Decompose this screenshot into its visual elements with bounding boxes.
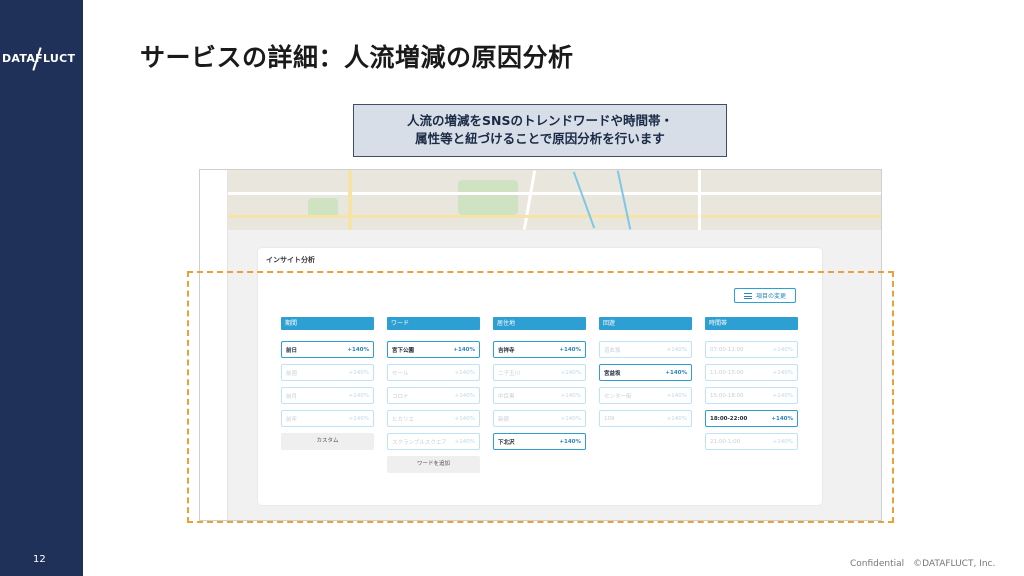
map-road [228,215,881,218]
slide: DATAFLUCT 12 サービスの詳細：人流増減の原因分析 人流の増減をSNS… [0,0,1024,576]
dataflucts-logo: DATAFLUCT [2,47,82,74]
map-road [348,170,352,230]
map-road [228,192,881,195]
map-road [698,170,701,230]
callout-line-2: 属性等と紐づけることで原因分析を行います [415,131,665,146]
footer-copyright: Confidential ©DATAFLUCT, Inc. [850,559,996,569]
page-title: サービスの詳細：人流増減の原因分析 [140,43,574,72]
map-view[interactable] [228,170,881,230]
highlight-dashed-frame [187,271,894,523]
map-railway [572,171,596,229]
callout-line-1: 人流の増減をSNSのトレンドワードや時間帯・ [407,113,673,128]
page-number: 12 [33,554,46,565]
map-railway [616,170,632,230]
brand-sidebar: DATAFLUCT 12 [0,0,83,576]
map-road [522,170,537,230]
panel-title: インサイト分析 [266,256,315,264]
map-park [458,180,518,215]
callout-box: 人流の増減をSNSのトレンドワードや時間帯・ 属性等と紐づけることで原因分析を行… [353,104,727,157]
